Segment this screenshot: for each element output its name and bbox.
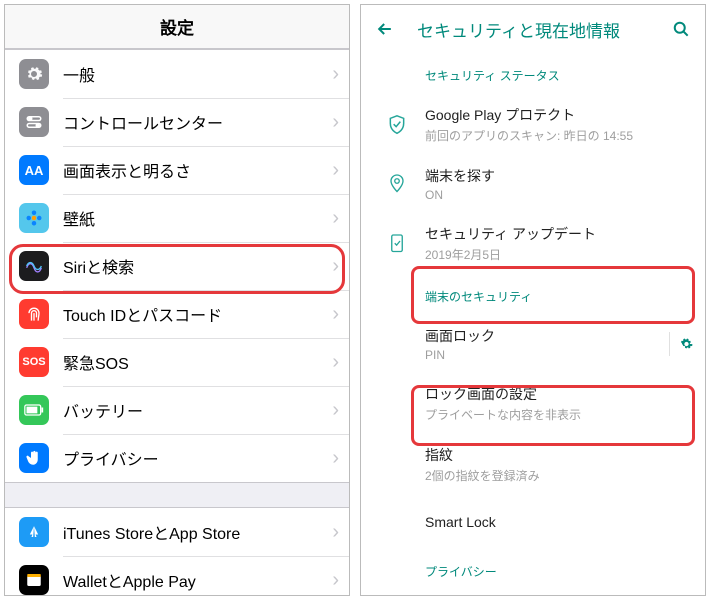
row-subtitle: PIN xyxy=(425,348,663,362)
search-icon[interactable] xyxy=(669,17,693,41)
row-subtitle: 前回のアプリのスキャン: 昨日の 14:55 xyxy=(425,127,693,144)
row-label: プライバシー xyxy=(63,446,332,470)
row-texts: Smart Lock xyxy=(425,514,693,530)
android-header: セキュリティと現在地情報 xyxy=(361,5,705,53)
android-row[interactable]: 端末を探す ON xyxy=(369,155,705,213)
row-label: WalletとApple Pay xyxy=(63,568,332,592)
ios-list: 一般›コントロールセンター›AA画面表示と明るさ›壁紙›Siriと検索›Touc… xyxy=(5,49,349,595)
row-title: 画面ロック xyxy=(425,326,663,346)
settings-row-toggles[interactable]: コントロールセンター› xyxy=(5,98,349,146)
back-icon[interactable] xyxy=(373,17,397,41)
settings-row-appstore[interactable]: iTunes StoreとApp Store› xyxy=(5,508,349,556)
chevron-right-icon: › xyxy=(332,303,339,326)
android-row[interactable]: 指紋 2個の指紋を登録済み xyxy=(369,434,705,495)
settings-row-SOS[interactable]: SOS 緊急SOS› xyxy=(5,338,349,386)
row-label: 壁紙 xyxy=(63,206,332,230)
row-texts: 画面ロック PIN xyxy=(425,326,663,362)
chevron-right-icon: › xyxy=(332,521,339,544)
chevron-right-icon: › xyxy=(332,569,339,592)
ios-title: 設定 xyxy=(160,14,194,39)
ios-settings-screen: 設定 一般›コントロールセンター›AA画面表示と明るさ›壁紙›Siriと検索›T… xyxy=(4,4,350,596)
row-subtitle: 2個の指紋を登録済み xyxy=(425,467,693,484)
row-title: セキュリティ アップデート xyxy=(425,224,693,244)
android-title: セキュリティと現在地情報 xyxy=(417,17,649,42)
row-texts: 指紋 2個の指紋を登録済み xyxy=(425,445,693,484)
ios-group-2: iTunes StoreとApp Store›WalletとApple Pay› xyxy=(5,507,349,595)
shield-check-icon xyxy=(369,114,425,136)
row-title: Google Play プロテクト xyxy=(425,105,693,125)
pin-icon xyxy=(369,173,425,195)
row-label: 緊急SOS xyxy=(63,350,332,374)
row-label: Siriと検索 xyxy=(63,254,332,278)
android-row[interactable]: セキュリティ アップデート 2019年2月5日 xyxy=(369,213,705,274)
android-row[interactable]: Google Play プロテクト 前回のアプリのスキャン: 昨日の 14:55 xyxy=(369,94,705,155)
section-title-privacy: プライバシー xyxy=(369,549,705,590)
row-label: Touch IDとパスコード xyxy=(63,302,332,326)
appstore-icon xyxy=(19,517,49,547)
row-texts: Google Play プロテクト 前回のアプリのスキャン: 昨日の 14:55 xyxy=(425,105,693,144)
chevron-right-icon: › xyxy=(332,111,339,134)
flower-icon xyxy=(19,203,49,233)
settings-row-hand[interactable]: プライバシー› xyxy=(5,434,349,482)
row-subtitle: 2019年2月5日 xyxy=(425,246,693,263)
settings-row-siri[interactable]: Siriと検索› xyxy=(5,242,349,290)
gear-icon xyxy=(19,59,49,89)
android-row[interactable]: 位置情報 xyxy=(369,590,705,595)
row-title: Smart Lock xyxy=(425,514,693,530)
row-subtitle: プライベートな内容を非表示 xyxy=(425,406,693,423)
chevron-right-icon: › xyxy=(332,447,339,470)
row-label: バッテリー xyxy=(63,398,332,422)
row-label: コントロールセンター xyxy=(63,110,332,134)
row-label: 一般 xyxy=(63,62,332,86)
settings-row-gear[interactable]: 一般› xyxy=(5,50,349,98)
phone-check-icon xyxy=(369,233,425,255)
settings-row-flower[interactable]: 壁紙› xyxy=(5,194,349,242)
row-title: ロック画面の設定 xyxy=(425,384,693,404)
chevron-right-icon: › xyxy=(332,159,339,182)
settings-row-fingerprint[interactable]: Touch IDとパスコード› xyxy=(5,290,349,338)
row-subtitle: ON xyxy=(425,188,693,202)
row-texts: 端末を探す ON xyxy=(425,166,693,202)
android-row[interactable]: Smart Lock xyxy=(369,495,705,549)
row-title: 指紋 xyxy=(425,445,693,465)
chevron-right-icon: › xyxy=(332,351,339,374)
section-title-status: セキュリティ ステータス xyxy=(369,53,705,94)
settings-row-wallet[interactable]: WalletとApple Pay› xyxy=(5,556,349,595)
section-title-device: 端末のセキュリティ xyxy=(369,274,705,315)
fingerprint-icon xyxy=(19,299,49,329)
battery-icon xyxy=(19,395,49,425)
ios-group-1: 一般›コントロールセンター›AA画面表示と明るさ›壁紙›Siriと検索›Touc… xyxy=(5,49,349,483)
row-title: 端末を探す xyxy=(425,166,693,186)
AA-icon: AA xyxy=(19,155,49,185)
chevron-right-icon: › xyxy=(332,63,339,86)
gear-icon[interactable] xyxy=(669,332,693,356)
toggles-icon xyxy=(19,107,49,137)
SOS-icon: SOS xyxy=(19,347,49,377)
android-row[interactable]: 画面ロック PIN xyxy=(369,315,705,373)
ios-header: 設定 xyxy=(5,5,349,49)
wallet-icon xyxy=(19,565,49,595)
chevron-right-icon: › xyxy=(332,399,339,422)
row-label: 画面表示と明るさ xyxy=(63,158,332,182)
row-texts: セキュリティ アップデート 2019年2月5日 xyxy=(425,224,693,263)
siri-icon xyxy=(19,251,49,281)
android-row[interactable]: ロック画面の設定 プライベートな内容を非表示 xyxy=(369,373,705,434)
android-security-screen: セキュリティと現在地情報 セキュリティ ステータス Google Play プロ… xyxy=(360,4,706,596)
settings-row-battery[interactable]: バッテリー› xyxy=(5,386,349,434)
row-label: iTunes StoreとApp Store xyxy=(63,520,332,544)
chevron-right-icon: › xyxy=(332,255,339,278)
android-body: セキュリティ ステータス Google Play プロテクト 前回のアプリのスキ… xyxy=(361,53,705,595)
chevron-right-icon: › xyxy=(332,207,339,230)
settings-row-AA[interactable]: AA 画面表示と明るさ› xyxy=(5,146,349,194)
row-texts: ロック画面の設定 プライベートな内容を非表示 xyxy=(425,384,693,423)
hand-icon xyxy=(19,443,49,473)
